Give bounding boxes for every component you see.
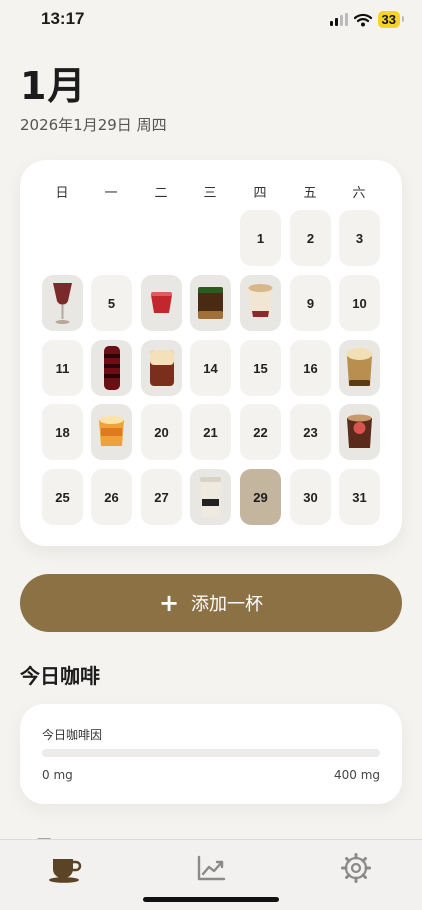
red-jelly-cup (151, 292, 172, 313)
day-cell[interactable]: 11 (42, 340, 83, 396)
weekday-label: 四 (253, 186, 267, 201)
day-cell[interactable]: 14 (190, 340, 231, 396)
day-cell-photo-28[interactable] (190, 469, 231, 525)
month-title: 1月 (20, 64, 87, 108)
day-cell[interactable]: 18 (42, 404, 83, 460)
foam-coffee-cup (346, 348, 373, 386)
signal-icon (329, 13, 348, 26)
takeaway-coffee-cup (200, 477, 221, 517)
day-cell[interactable]: 26 (91, 469, 132, 525)
wine-glass-drink (53, 283, 72, 324)
current-date: 2026年1月29日 周四 (20, 116, 167, 134)
tab-stats[interactable] (189, 850, 233, 886)
day-cell[interactable]: 21 (190, 404, 231, 460)
weekday-label: 二 (154, 186, 168, 201)
today-coffee-title: 今日咖啡 (20, 664, 100, 688)
caramel-dessert-cup (99, 416, 124, 446)
weekday-label: 三 (203, 186, 217, 201)
weekday-label: 六 (352, 186, 366, 201)
day-cell[interactable]: 15 (240, 340, 281, 396)
day-cell-photo-19[interactable] (91, 404, 132, 460)
day-cell[interactable]: 1 (240, 210, 281, 266)
day-cell[interactable]: 23 (290, 404, 331, 460)
day-cell[interactable]: 25 (42, 469, 83, 525)
weekday-label: 日 (55, 186, 69, 201)
coffee-cup-icon (49, 859, 82, 883)
plus-icon: + (158, 589, 180, 617)
chart-icon (197, 855, 226, 881)
day-cell[interactable]: 16 (290, 340, 331, 396)
day-cell-photo-13[interactable] (141, 340, 182, 396)
status-bar: 13:17 33 (0, 0, 422, 40)
day-cell-photo-7[interactable] (190, 275, 231, 331)
weekday-label: 一 (104, 186, 118, 201)
tab-bar (0, 839, 422, 910)
wifi-icon (353, 13, 372, 26)
day-cell-photo-8[interactable] (240, 275, 281, 331)
day-cell[interactable]: 2 (290, 210, 331, 266)
tab-settings[interactable] (334, 850, 378, 886)
iced-coffee-glass (198, 287, 223, 319)
caffeine-card: 今日咖啡因 0 mg 400 mg (20, 704, 402, 804)
caffeine-progress-bar (42, 749, 380, 757)
day-cell[interactable]: 5 (91, 275, 132, 331)
battery-indicator: 33 (377, 11, 405, 28)
tab-today[interactable] (43, 850, 87, 886)
latte-cup (248, 284, 273, 317)
day-cell-photo-12[interactable] (91, 340, 132, 396)
home-indicator (143, 897, 279, 902)
status-icons: 33 (329, 11, 405, 28)
settings-icon (341, 853, 371, 883)
calendar-card: 日一二三四五六 1 2 3 5 9 10 11 14 15 16 18 20 21 22 23 25 26 27 2… (20, 160, 402, 546)
day-cell[interactable]: 22 (240, 404, 281, 460)
day-cell-today[interactable]: 29 (240, 469, 281, 525)
berry-coffee-cup (347, 414, 372, 448)
add-cup-button[interactable]: + 添加一杯 (20, 574, 402, 632)
day-cell[interactable]: 31 (339, 469, 380, 525)
caffeine-max: 400 mg (333, 768, 380, 782)
weekday-label: 五 (303, 186, 317, 201)
layered-red-drink (104, 346, 120, 390)
day-cell[interactable]: 3 (339, 210, 380, 266)
day-cell-photo-24[interactable] (339, 404, 380, 460)
add-cup-label: 添加一杯 (191, 594, 264, 615)
caffeine-min: 0 mg (42, 768, 73, 782)
day-cell-photo-6[interactable] (141, 275, 182, 331)
day-cell[interactable]: 9 (290, 275, 331, 331)
day-cell[interactable]: 30 (290, 469, 331, 525)
cream-latte-glass (150, 350, 174, 386)
day-cell-photo-4[interactable] (42, 275, 83, 331)
day-cell-photo-17[interactable] (339, 340, 380, 396)
day-cell[interactable]: 20 (141, 404, 182, 460)
status-time: 13:17 (41, 9, 85, 28)
day-cell[interactable]: 10 (339, 275, 380, 331)
day-cell[interactable]: 27 (141, 469, 182, 525)
caffeine-label: 今日咖啡因 (42, 728, 103, 742)
